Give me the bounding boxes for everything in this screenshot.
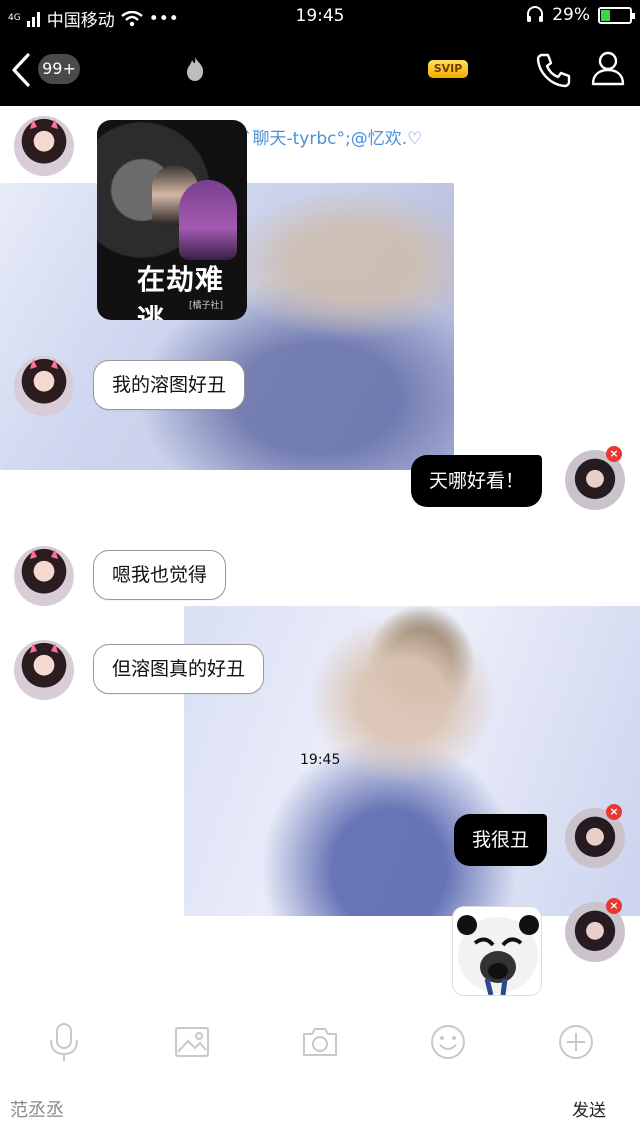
microphone-button[interactable] [44,1022,84,1062]
panda-meme-sticker[interactable] [452,906,542,996]
message-timestamp: 19:45 [300,752,341,768]
horns-decoration [30,359,58,369]
plus-icon [559,1025,593,1059]
input-toolbar [0,1006,640,1078]
message-bubble-incoming[interactable]: 嗯我也觉得 [93,550,227,600]
emoji-icon [431,1025,465,1059]
message-bubble-incoming[interactable]: 但溶图真的好丑 [93,644,265,694]
unread-badge[interactable]: 99+ [38,54,80,84]
contact-avatar[interactable] [14,356,74,416]
delete-badge[interactable]: × [606,446,622,462]
battery-icon [598,6,635,24]
panda-face-icon [457,915,539,995]
horns-decoration [30,643,58,653]
message-input-bar: 发送 [0,1080,640,1138]
chevron-left-icon[interactable] [10,52,32,88]
send-button[interactable]: 发送 [572,1096,606,1121]
message-bubble-incoming[interactable]: 我的溶图好丑 [93,360,246,410]
image-button[interactable] [172,1022,212,1062]
message-bubble-outgoing[interactable]: 我很丑 [454,814,548,866]
message-bubble-outgoing[interactable]: 天哪好看！ [411,455,543,507]
delete-badge[interactable]: × [606,804,622,820]
battery-percent: 29% [552,5,590,25]
headphones-icon [527,6,544,22]
svip-badge: SVIP [428,60,468,78]
image-icon [175,1027,209,1057]
chat-area[interactable]: 互赞`聊天-tyrbc°;@忆欢.♡ 在劫难逃 [橘子社] 我的溶图好丑 天哪好… [0,106,640,1006]
contact-avatar[interactable] [14,640,74,700]
more-button[interactable] [556,1022,596,1062]
person-icon[interactable] [590,50,626,86]
message-input[interactable] [10,1092,550,1126]
drama-poster-image[interactable]: 在劫难逃 [橘子社] [97,120,247,320]
camera-icon [303,1028,337,1056]
camera-button[interactable] [300,1022,340,1062]
poster-subtitle: [橘子社] [189,301,224,311]
horns-decoration [30,549,58,559]
flame-icon[interactable] [184,56,206,82]
delete-badge[interactable]: × [606,898,622,914]
status-bar: 4G 中国移动 ••• 19:45 29% [0,0,640,34]
chat-header: 99+ SVIP [0,34,640,106]
microphone-icon [50,1023,78,1061]
horns-decoration [30,119,58,129]
contact-avatar[interactable] [14,116,74,176]
phone-icon[interactable] [536,52,572,88]
contact-avatar[interactable] [14,546,74,606]
emoji-button[interactable] [428,1022,468,1062]
